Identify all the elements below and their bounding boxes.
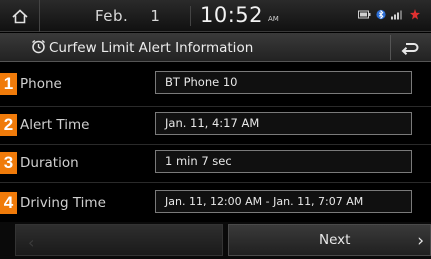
status-month: Feb.	[95, 7, 129, 25]
row-phone: 1 Phone BT Phone 10	[0, 63, 431, 101]
duration-value: 1 min 7 sec	[155, 150, 412, 173]
previous-button[interactable]: ‹	[15, 224, 223, 256]
home-button[interactable]	[0, 0, 40, 32]
row-alert-time: 2 Alert Time Jan. 11, 4:17 AM	[0, 105, 431, 143]
bottom-bar: ‹ Next ›	[0, 222, 431, 259]
page-title: Curfew Limit Alert Information	[49, 40, 254, 56]
row-driving-time: 4 Driving Time Jan. 11, 12:00 AM - Jan. …	[0, 181, 431, 219]
alert-icon	[410, 9, 420, 20]
phone-value: BT Phone 10	[155, 71, 412, 94]
title-bar: Curfew Limit Alert Information	[0, 33, 431, 62]
chevron-left-icon: ‹	[28, 233, 35, 252]
row-label: Duration	[20, 155, 79, 171]
row-duration: 3 Duration 1 min 7 sec	[0, 143, 431, 181]
row-label: Phone	[20, 76, 62, 92]
status-divider	[190, 6, 191, 26]
signal-icon	[391, 10, 402, 20]
alert-time-value: Jan. 11, 4:17 AM	[155, 112, 412, 135]
status-time: 10:52	[200, 3, 264, 27]
status-bar: Feb. 1 10:52 AM	[0, 0, 431, 32]
row-number-badge: 1	[0, 73, 17, 95]
row-label: Alert Time	[20, 117, 90, 133]
battery-icon	[358, 10, 371, 19]
driving-time-value: Jan. 11, 12:00 AM - Jan. 11, 7:07 AM	[155, 190, 412, 213]
next-button[interactable]: Next ›	[228, 224, 431, 256]
row-number-badge: 3	[0, 152, 17, 174]
status-day: 1	[150, 7, 161, 25]
status-date: Feb. 1	[95, 7, 160, 25]
home-icon	[11, 8, 28, 23]
row-number-badge: 4	[0, 192, 17, 214]
status-ampm: AM	[268, 15, 279, 23]
back-arrow-icon	[401, 42, 418, 55]
alarm-clock-icon	[32, 39, 45, 54]
back-button[interactable]	[390, 35, 428, 60]
chevron-right-icon: ›	[417, 231, 424, 251]
row-label: Driving Time	[20, 195, 106, 211]
row-number-badge: 2	[0, 114, 17, 136]
next-button-label: Next	[319, 232, 351, 248]
status-icons	[358, 9, 420, 20]
bluetooth-icon	[376, 9, 386, 20]
